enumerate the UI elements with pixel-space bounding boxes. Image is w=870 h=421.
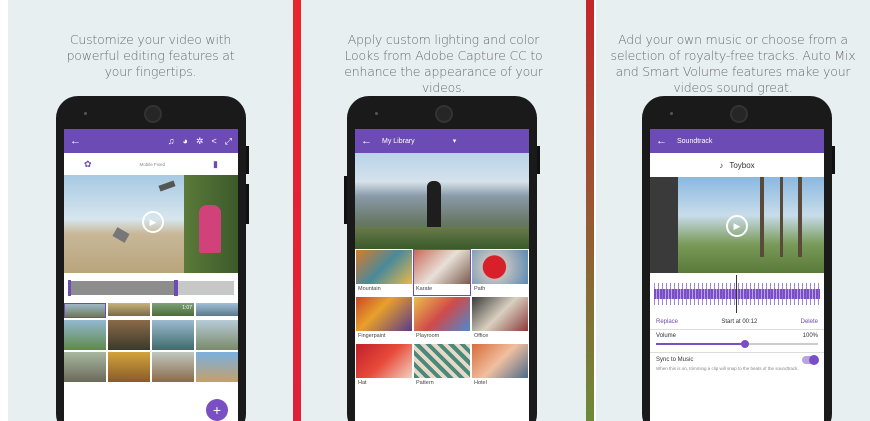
- clip-thumb[interactable]: [64, 352, 106, 382]
- soundtrack-title: Soundtrack: [677, 137, 713, 145]
- look-tile[interactable]: Hat: [356, 344, 412, 389]
- play-icon[interactable]: ▶: [142, 211, 164, 233]
- palette-icon[interactable]: ◕: [183, 136, 188, 147]
- add-button[interactable]: +: [206, 399, 228, 421]
- phone-frame: ← Soundtrack ♪ Toybox ▶ Replace Start at…: [642, 96, 835, 421]
- phone-screen: ← My Library ▾ Mountain Karate Path Fing…: [355, 129, 529, 421]
- person-figure: [199, 205, 221, 253]
- clip-grid: 1:07: [64, 303, 238, 382]
- share-icon[interactable]: <: [212, 136, 217, 147]
- look-tile[interactable]: Fingerpaint: [356, 297, 412, 342]
- clip-thumb[interactable]: 1:07: [152, 303, 194, 316]
- clip-thumb[interactable]: [196, 352, 238, 382]
- caption: Apply custom lighting and color Looks fr…: [344, 32, 543, 95]
- music-note-icon[interactable]: ♫: [168, 136, 175, 147]
- gear-icon[interactable]: ✲: [196, 136, 204, 147]
- app-bar: ← ♫ ◕ ✲ < ⤢: [64, 129, 238, 153]
- caption: Add your own music or choose from a sele…: [610, 32, 856, 95]
- toolbar-center-label: Mobile Fixed: [139, 161, 166, 167]
- timeline-scrubber[interactable]: [64, 273, 238, 303]
- app-bar: ← My Library ▾: [355, 129, 529, 153]
- clip-thumb[interactable]: [108, 303, 150, 316]
- clip-thumb[interactable]: [64, 303, 106, 318]
- timeline-handle[interactable]: [174, 280, 178, 296]
- panel-customize: Customize your video with powerful editi…: [8, 0, 293, 421]
- clip-thumb[interactable]: [108, 352, 150, 382]
- library-title[interactable]: My Library: [382, 138, 415, 145]
- replace-button[interactable]: Replace: [656, 319, 678, 325]
- looks-grid: Mountain Karate Path Fingerpaint Playroo…: [355, 249, 529, 390]
- look-tile[interactable]: Pattern: [414, 344, 470, 389]
- phone-frame: ← My Library ▾ Mountain Karate Path Fing…: [344, 96, 540, 421]
- sync-section: Sync to Music When this is on, trimming …: [650, 352, 824, 374]
- separator-gradient: [586, 0, 594, 421]
- look-tile[interactable]: Office: [472, 297, 528, 342]
- volume-section: Volume 100%: [650, 329, 824, 352]
- clip-thumb[interactable]: [196, 320, 238, 350]
- play-icon[interactable]: ▶: [726, 215, 748, 237]
- sync-toggle[interactable]: [802, 355, 819, 365]
- phone-frame: ← ♫ ◕ ✲ < ⤢ ✿ Mobile Fixed ▮ ▶ 1:07 +: [56, 96, 249, 421]
- sync-label: Sync to Music: [656, 357, 694, 363]
- edit-toolbar: ✿ Mobile Fixed ▮: [64, 153, 238, 175]
- clip-thumb[interactable]: [152, 320, 194, 350]
- start-time[interactable]: Start at 00:12: [721, 319, 757, 325]
- look-tile-selected[interactable]: Karate: [413, 249, 471, 296]
- panel-looks: Apply custom lighting and color Looks fr…: [301, 0, 586, 421]
- look-tile[interactable]: Hotel: [472, 344, 528, 389]
- dropdown-icon[interactable]: ▾: [453, 137, 457, 145]
- look-tile[interactable]: Mountain: [356, 250, 412, 295]
- track-row[interactable]: ♪ Toybox: [650, 153, 824, 177]
- volume-slider-handle[interactable]: [741, 340, 750, 348]
- video-preview[interactable]: [355, 153, 529, 249]
- clip-thumb[interactable]: [108, 320, 150, 350]
- music-note-icon: ♪: [719, 160, 724, 170]
- clip-thumb[interactable]: [152, 352, 194, 382]
- back-arrow-icon[interactable]: ←: [70, 135, 81, 147]
- video-preview[interactable]: ▶: [650, 177, 824, 273]
- clip-thumb[interactable]: [196, 303, 238, 316]
- trash-icon[interactable]: ▮: [213, 159, 218, 170]
- back-arrow-icon[interactable]: ←: [656, 135, 667, 147]
- soundtrack-controls: Replace Start at 00:12 Delete: [650, 315, 824, 329]
- phone-screen: ← ♫ ◕ ✲ < ⤢ ✿ Mobile Fixed ▮ ▶ 1:07 +: [64, 129, 238, 421]
- waveform[interactable]: [650, 273, 824, 315]
- separator-red: [293, 0, 301, 421]
- caption: Customize your video with powerful editi…: [66, 32, 235, 79]
- look-tile[interactable]: Playroom: [414, 297, 470, 342]
- panel-soundtrack: Add your own music or choose from a sele…: [596, 0, 870, 421]
- look-tile[interactable]: Path: [472, 250, 528, 295]
- clip-thumb[interactable]: [64, 320, 106, 350]
- back-arrow-icon[interactable]: ←: [361, 135, 372, 147]
- sync-hint: When this is on, trimming a clip will sn…: [656, 366, 799, 371]
- app-bar: ← Soundtrack: [650, 129, 824, 153]
- phone-screen: ← Soundtrack ♪ Toybox ▶ Replace Start at…: [650, 129, 824, 421]
- volume-slider[interactable]: [656, 339, 818, 349]
- delete-button[interactable]: Delete: [801, 319, 818, 325]
- settings-gear-icon[interactable]: ✿: [84, 159, 92, 170]
- video-preview[interactable]: ▶: [64, 175, 238, 273]
- track-name: Toybox: [729, 160, 755, 170]
- expand-icon[interactable]: ⤢: [225, 136, 232, 147]
